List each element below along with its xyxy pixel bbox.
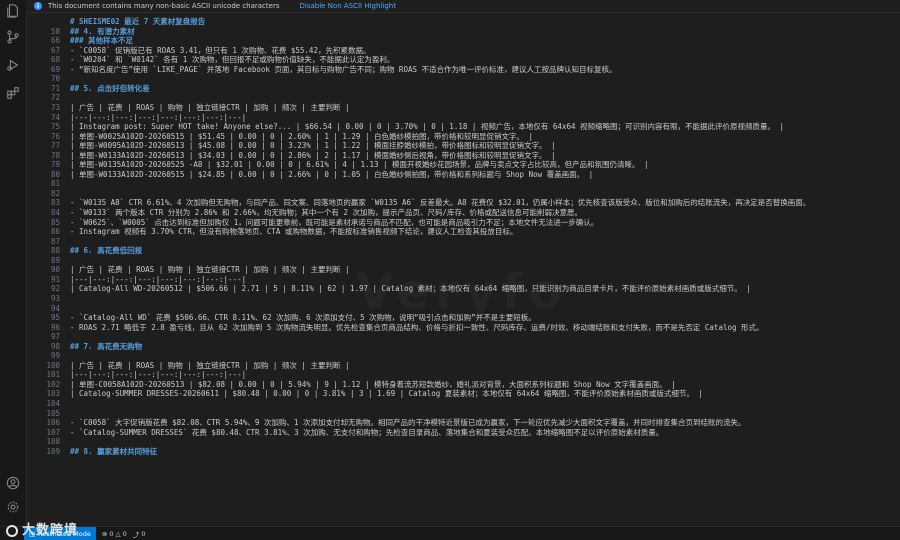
disable-non-ascii-highlight-link[interactable]: Disable Non ASCII Highlight [300, 2, 396, 10]
extensions-icon[interactable] [6, 86, 20, 100]
code-editor[interactable]: Veryfo # SHEISME02 最近 7 天素材复盘报告 58 ## 4. 有… [26, 14, 900, 527]
account-icon[interactable] [6, 476, 20, 490]
brand-logo: 大数跨境 [6, 519, 78, 538]
problems-indicator[interactable]: ⊗ 0 △ 0 [102, 530, 127, 538]
settings-gear-icon[interactable] [6, 500, 20, 514]
notice-text: This document contains many non-basic AS… [48, 2, 280, 10]
code-line[interactable]: 109 ## 8. 赢家素材共同特征 [26, 446, 900, 457]
error-icon: ⊗ [101, 529, 108, 538]
logo-mark-icon [6, 524, 18, 537]
source-control-icon[interactable] [6, 30, 20, 44]
activity-bar [0, 0, 27, 540]
ports-count: 0 [141, 529, 146, 538]
run-debug-icon[interactable] [6, 58, 20, 72]
ports-indicator[interactable]: ⤴ 0 [133, 529, 146, 539]
status-bar: 大数跨境 ◱ Restricted Mode ⊗ 0 △ 0 ⤴ 0 [0, 523, 900, 540]
non-ascii-notice-bar: i This document contains many non-basic … [26, 0, 900, 13]
markdown-heading: ## 8. 赢家素材共同特征 [70, 446, 158, 456]
info-icon: i [34, 2, 42, 10]
error-count: 0 [109, 529, 114, 538]
logo-text: 大数跨境 [22, 523, 79, 538]
warning-icon: △ [115, 529, 121, 538]
line-number: 109 [46, 446, 60, 456]
warning-count: 0 [122, 529, 127, 538]
ports-icon: ⤴ [132, 530, 140, 539]
explorer-files-icon[interactable] [6, 4, 20, 18]
